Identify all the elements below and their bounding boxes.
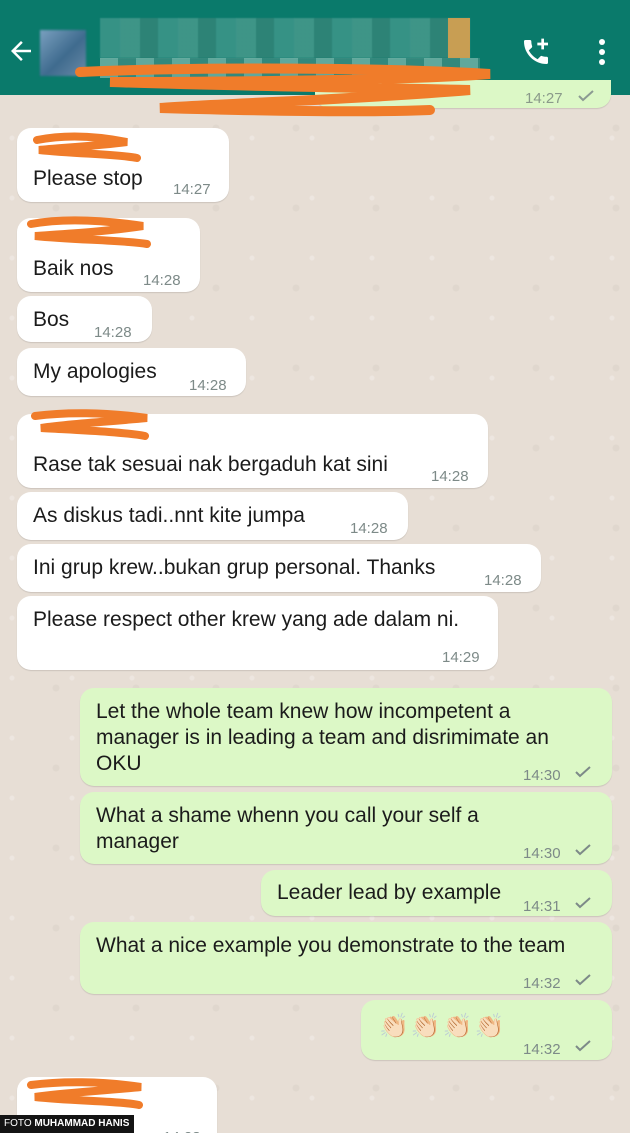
message-bubble[interactable]: Ini grup krew..bukan grup personal. Than…: [17, 544, 541, 592]
message-bubble[interactable]: Please respect other krew yang ade dalam…: [17, 596, 498, 670]
message-bubble[interactable]: Leader lead by example 14:31: [261, 870, 612, 916]
message-text: Please stop: [33, 167, 143, 190]
contact-name-redacted[interactable]: [100, 18, 470, 58]
message-bubble[interactable]: 👏🏻👏🏻👏🏻👏🏻 14:32: [361, 1000, 612, 1060]
sent-tick-icon: [575, 897, 591, 909]
sender-name-redaction: [31, 409, 149, 440]
message-bubble[interactable]: Bos 14:28: [17, 296, 152, 342]
message-time: 14:30: [523, 767, 561, 784]
message-time: 14:28: [143, 272, 181, 289]
message-text: Let the whole team knew how incompetent …: [96, 700, 555, 775]
message-time: 14:28: [431, 468, 469, 485]
message-time: 14:28: [189, 377, 227, 394]
message-text: As diskus tadi..nnt kite jumpa: [33, 504, 305, 527]
message-time: 14:32: [523, 975, 561, 992]
message-text: Ini grup krew..bukan grup personal. Than…: [33, 556, 436, 579]
message-bubble[interactable]: Baik nos 14:28: [17, 216, 200, 292]
message-time: 14:27: [173, 181, 211, 198]
message-bubble[interactable]: What a nice example you demonstrate to t…: [80, 922, 612, 994]
message-text: What a shame whenn you call your self a …: [96, 804, 485, 853]
sender-name-redaction: [27, 216, 151, 248]
message-time: 14:29: [442, 649, 480, 666]
message-bubble[interactable]: Rase tak sesuai nak bergaduh kat sini 14…: [17, 409, 488, 488]
message-bubble[interactable]: Please stop 14:27: [17, 128, 229, 202]
message-bubble[interactable]: Let the whole team knew how incompetent …: [80, 688, 612, 786]
credit-name: MUHAMMAD HANIS: [34, 1118, 130, 1129]
credit-prefix: FOTO: [4, 1118, 32, 1129]
message-text: Bos: [33, 308, 70, 331]
message-time: 14:30: [523, 845, 561, 862]
back-arrow-icon[interactable]: [6, 36, 36, 66]
message-bubble[interactable]: My apologies 14:28: [17, 348, 246, 396]
message-text: My apologies: [33, 360, 157, 383]
sent-tick-icon: [578, 90, 594, 102]
photo-credit: FOTO MUHAMMAD HANIS: [0, 1115, 134, 1133]
more-vert-icon[interactable]: [594, 38, 610, 66]
message-bubble[interactable]: What a shame whenn you call your self a …: [80, 792, 612, 864]
clapping-hands-emoji: 👏🏻👏🏻👏🏻👏🏻: [379, 1013, 507, 1040]
message-time: 14:28: [350, 520, 388, 537]
message-time: 14:27: [525, 90, 563, 107]
message-text: Baik nos: [33, 257, 114, 280]
message-text: Leader lead by example: [277, 881, 502, 904]
sender-name-redaction: [27, 1078, 143, 1109]
add-call-icon[interactable]: [520, 36, 552, 68]
message-time: 14:28: [163, 1125, 201, 1133]
sent-tick-icon: [575, 1040, 591, 1052]
message-time: 14:31: [523, 898, 561, 915]
redaction-scribble: [75, 63, 491, 117]
sender-name-redaction: [33, 132, 141, 162]
redaction-mark: [448, 18, 470, 58]
message-bubble[interactable]: As diskus tadi..nnt kite jumpa 14:28: [17, 492, 408, 540]
sent-tick-icon: [575, 766, 591, 778]
message-time: 14:28: [94, 324, 132, 341]
sent-tick-icon: [575, 974, 591, 986]
message-text: Please respect other krew yang ade dalam…: [33, 608, 460, 631]
sent-tick-icon: [575, 844, 591, 856]
message-text: Rase tak sesuai nak bergaduh kat sini: [33, 453, 388, 476]
message-text: What a nice example you demonstrate to t…: [96, 934, 566, 957]
message-time: 14:28: [484, 572, 522, 589]
message-time: 14:32: [523, 1041, 561, 1058]
